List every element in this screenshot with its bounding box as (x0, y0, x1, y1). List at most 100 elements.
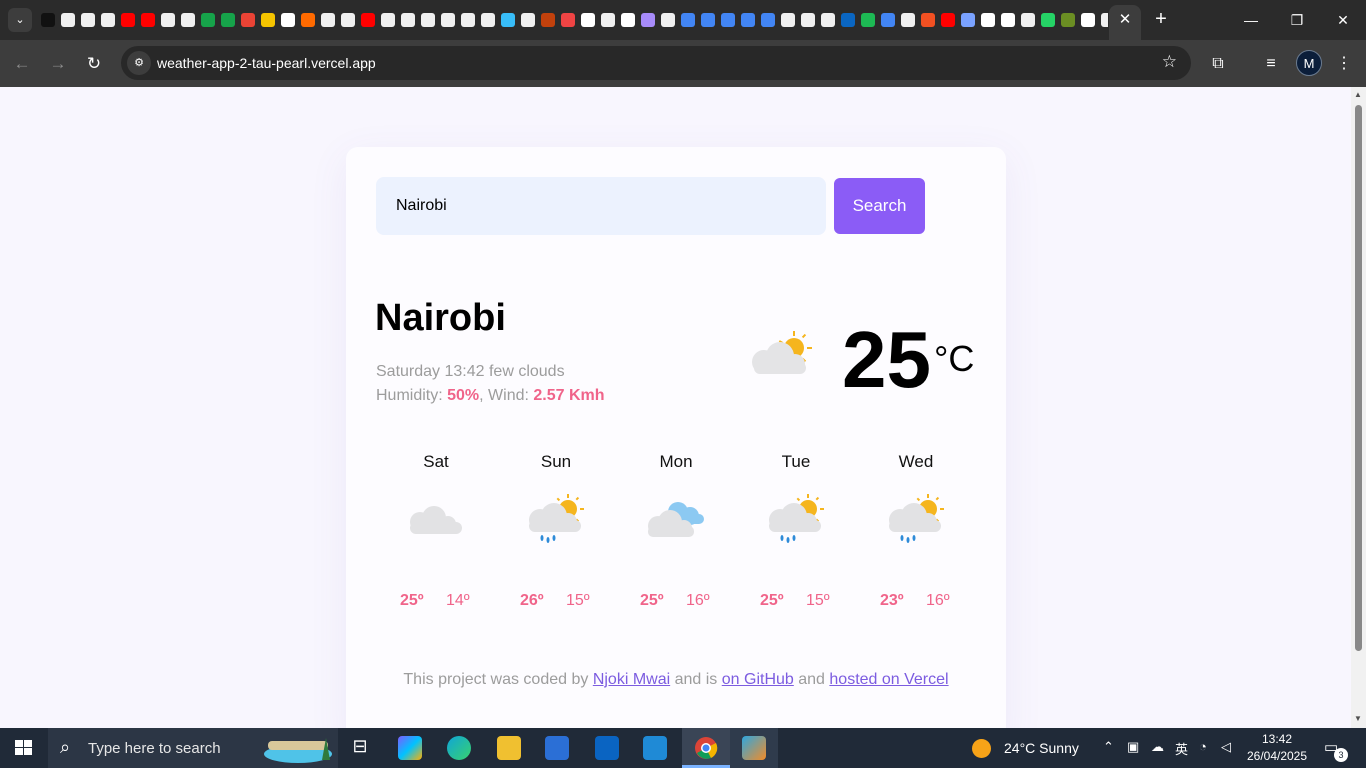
pinned-tab-icon[interactable] (641, 13, 655, 27)
forward-button[interactable]: → (44, 50, 72, 78)
pinned-tab-icon[interactable] (541, 13, 555, 27)
pinned-tab-icon[interactable] (621, 13, 635, 27)
page-scrollbar[interactable]: ▲ ▼ (1351, 87, 1366, 728)
outlook-icon[interactable] (595, 736, 619, 760)
pinned-tab-icon[interactable] (681, 13, 695, 27)
pinned-tab-icon[interactable] (141, 13, 155, 27)
url-text[interactable]: weather-app-2-tau-pearl.vercel.app (157, 55, 376, 71)
pinned-tab-icon[interactable] (761, 13, 775, 27)
photos-taskbar-button[interactable] (730, 728, 778, 768)
store-icon[interactable] (545, 736, 569, 760)
scroll-down-icon[interactable]: ▼ (1354, 714, 1362, 723)
pinned-tab-icon[interactable] (321, 13, 335, 27)
tray-chevron-icon[interactable]: ⌃ (1103, 739, 1114, 755)
pinned-tab-icon[interactable] (481, 13, 495, 27)
address-bar[interactable]: ⚙ weather-app-2-tau-pearl.vercel.app ☆ (121, 46, 1191, 80)
city-search-input[interactable] (376, 177, 826, 235)
tab-search-icon[interactable]: ⌄ (8, 8, 32, 32)
close-window-button[interactable]: ✕ (1320, 0, 1366, 40)
taskbar-search[interactable]: ⌕ Type here to search (48, 728, 338, 768)
pinned-tab-icon[interactable] (1101, 13, 1108, 27)
pinned-tab-icon[interactable] (841, 13, 855, 27)
ime-indicator[interactable]: 英 (1175, 739, 1188, 758)
pinned-tab-icon[interactable] (561, 13, 575, 27)
pinned-tab-icon[interactable] (121, 13, 135, 27)
pinned-tab-icon[interactable] (41, 13, 55, 27)
scroll-thumb[interactable] (1355, 105, 1362, 651)
pinned-tab-icon[interactable] (261, 13, 275, 27)
device-icon[interactable]: ▣ (1127, 739, 1139, 755)
pinned-tab-icon[interactable] (101, 13, 115, 27)
back-button[interactable]: ← (8, 50, 36, 78)
pinned-tab-icon[interactable] (501, 13, 515, 27)
pinned-tab-icon[interactable] (961, 13, 975, 27)
pinned-tab-icon[interactable] (241, 13, 255, 27)
pinned-tab-icon[interactable] (1081, 13, 1095, 27)
extensions-icon[interactable]: ⧉ (1206, 52, 1230, 76)
pinned-tab-icon[interactable] (1001, 13, 1015, 27)
pinned-tab-icon[interactable] (781, 13, 795, 27)
copilot-icon[interactable] (398, 736, 422, 760)
site-info-icon[interactable]: ⚙ (127, 51, 151, 75)
vscode-icon[interactable] (643, 736, 667, 760)
pinned-tab-icon[interactable] (1061, 13, 1075, 27)
new-tab-button[interactable]: + (1150, 8, 1172, 30)
pinned-tab-icon[interactable] (861, 13, 875, 27)
pinned-tab-icon[interactable] (281, 13, 295, 27)
wifi-icon[interactable]: ◔ (1199, 739, 1207, 754)
search-button[interactable]: Search (834, 178, 925, 234)
pinned-tab-icon[interactable] (881, 13, 895, 27)
chrome-taskbar-button[interactable] (682, 728, 730, 768)
pinned-tab-icon[interactable] (801, 13, 815, 27)
vercel-link[interactable]: hosted on Vercel (829, 671, 948, 688)
edge-icon[interactable] (447, 736, 471, 760)
reload-button[interactable]: ↻ (80, 50, 108, 78)
taskbar-clock[interactable]: 13:42 26/04/2025 (1244, 731, 1310, 765)
task-view-icon[interactable]: ⊟ (348, 736, 372, 760)
onedrive-icon[interactable]: ☁ (1151, 739, 1164, 755)
restore-button[interactable]: ❐ (1274, 0, 1320, 40)
pinned-tab-icon[interactable] (581, 13, 595, 27)
volume-icon[interactable]: ◁ (1221, 739, 1231, 755)
pinned-tab-icon[interactable] (301, 13, 315, 27)
pinned-tab-icon[interactable] (401, 13, 415, 27)
profile-avatar[interactable]: M (1296, 50, 1322, 76)
menu-icon[interactable]: ⋮ (1332, 52, 1356, 76)
pinned-tab-icon[interactable] (81, 13, 95, 27)
pinned-tab-icon[interactable] (521, 13, 535, 27)
pinned-tab-icon[interactable] (201, 13, 215, 27)
scroll-up-icon[interactable]: ▲ (1354, 90, 1362, 99)
pinned-tab-icon[interactable] (661, 13, 675, 27)
file-explorer-icon[interactable] (497, 736, 521, 760)
pinned-tab-icon[interactable] (161, 13, 175, 27)
bookmark-star-icon[interactable]: ☆ (1162, 52, 1177, 72)
active-tab[interactable]: ✕ (1109, 5, 1141, 40)
pinned-tab-icon[interactable] (921, 13, 935, 27)
pinned-tab-icon[interactable] (1021, 13, 1035, 27)
pinned-tab-icon[interactable] (701, 13, 715, 27)
pinned-tab-icon[interactable] (901, 13, 915, 27)
start-button[interactable] (0, 728, 48, 768)
pinned-tab-icon[interactable] (941, 13, 955, 27)
pinned-tab-icon[interactable] (741, 13, 755, 27)
media-control-icon[interactable]: ≡ (1259, 52, 1283, 76)
author-link[interactable]: Njoki Mwai (593, 671, 670, 688)
github-link[interactable]: on GitHub (722, 671, 794, 688)
pinned-tab-icon[interactable] (221, 13, 235, 27)
close-tab-icon[interactable]: ✕ (1119, 11, 1132, 28)
taskbar-weather[interactable]: 24°C Sunny (972, 737, 1092, 761)
pinned-tab-icon[interactable] (341, 13, 355, 27)
pinned-tab-icon[interactable] (61, 13, 75, 27)
pinned-tab-icon[interactable] (821, 13, 835, 27)
pinned-tab-icon[interactable] (601, 13, 615, 27)
pinned-tab-icon[interactable] (441, 13, 455, 27)
minimize-button[interactable]: — (1228, 0, 1274, 40)
pinned-tab-icon[interactable] (381, 13, 395, 27)
pinned-tab-icon[interactable] (1041, 13, 1055, 27)
pinned-tab-icon[interactable] (421, 13, 435, 27)
pinned-tab-icon[interactable] (981, 13, 995, 27)
pinned-tab-icon[interactable] (361, 13, 375, 27)
pinned-tab-icon[interactable] (461, 13, 475, 27)
pinned-tab-icon[interactable] (181, 13, 195, 27)
pinned-tab-icon[interactable] (721, 13, 735, 27)
